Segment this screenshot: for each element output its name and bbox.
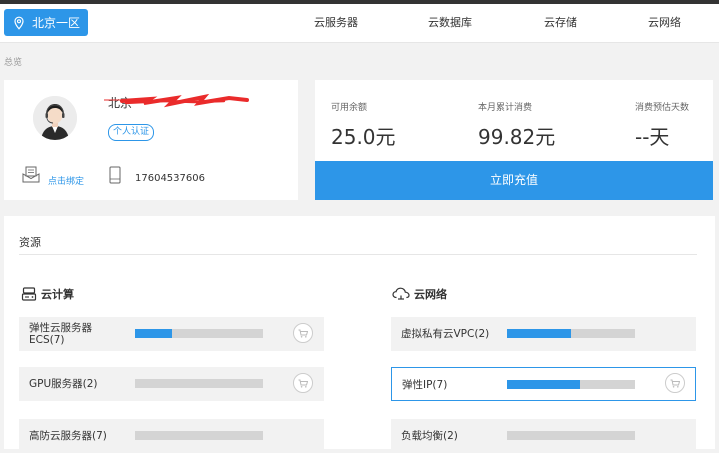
- resources-card: 资源 云计算 云网络 弹性云服务器 ECS(7) GPU服务器(2) 高防云服务…: [4, 216, 715, 453]
- divider: [19, 254, 697, 255]
- estimated-days-value: --天: [635, 125, 670, 149]
- cart-button[interactable]: [293, 373, 313, 393]
- region-label: 北京一区: [32, 16, 81, 30]
- network-section-title: 云网络: [392, 286, 447, 302]
- monthly-spend-value: 99.82元: [478, 125, 556, 149]
- usage-bar-fill: [507, 329, 571, 338]
- resources-title: 资源: [19, 236, 41, 249]
- estimated-days-label: 消费预估天数: [635, 103, 690, 113]
- resource-row-eip[interactable]: 弹性IP(7): [391, 367, 696, 401]
- resource-row-ecs[interactable]: 弹性云服务器 ECS(7): [19, 317, 324, 351]
- redaction-scribble: [104, 93, 249, 108]
- cart-icon: [670, 379, 680, 388]
- usage-bar: [135, 379, 263, 388]
- bind-email-link[interactable]: 点击绑定: [48, 174, 84, 187]
- region-selector-button[interactable]: 北京一区: [4, 9, 88, 36]
- cart-icon: [298, 329, 308, 338]
- location-pin-icon: [14, 16, 24, 30]
- resource-row-gpu[interactable]: GPU服务器(2): [19, 367, 324, 401]
- cart-button[interactable]: [293, 323, 313, 343]
- resource-row-slb[interactable]: 负载均衡(2): [391, 419, 696, 453]
- available-balance-value: 25.0元: [331, 125, 396, 149]
- breadcrumb: 总览: [4, 58, 23, 68]
- resource-row-vpc[interactable]: 虚拟私有云VPC(2): [391, 317, 696, 351]
- usage-bar-fill: [507, 380, 580, 389]
- server-icon: [21, 287, 37, 301]
- nav-cloud-server[interactable]: 云服务器: [314, 4, 358, 42]
- resource-row-ddos[interactable]: 高防云服务器(7): [19, 419, 324, 453]
- usage-bar: [135, 329, 263, 338]
- monthly-spend-label: 本月累计消费: [478, 103, 533, 113]
- nav-cloud-storage[interactable]: 云存储: [544, 4, 577, 42]
- resource-name: 弹性IP(7): [402, 379, 448, 391]
- mail-icon: [22, 166, 40, 183]
- usage-bar: [507, 431, 635, 440]
- resource-name: GPU服务器(2): [29, 378, 98, 390]
- resource-name: 弹性云服务器 ECS(7): [29, 322, 92, 346]
- usage-bar: [135, 431, 263, 440]
- available-balance-label: 可用余额: [331, 103, 368, 113]
- resource-name: 虚拟私有云VPC(2): [401, 328, 490, 340]
- phone-number: 17604537606: [135, 173, 205, 184]
- cloud-icon: [392, 287, 410, 300]
- balance-card: 可用余额 25.0元 本月累计消费 99.82元 消费预估天数 --天 立即充值: [315, 80, 713, 200]
- usage-bar: [507, 380, 635, 389]
- user-info-card: 北京 个人认证 点击绑定 17604537606: [4, 80, 298, 200]
- verification-badge: 个人认证: [108, 124, 155, 141]
- avatar: [33, 96, 77, 140]
- recharge-button[interactable]: 立即充值: [315, 161, 713, 200]
- compute-section-title: 云计算: [21, 286, 74, 302]
- resource-name: 负载均衡(2): [401, 430, 458, 442]
- cart-button[interactable]: [665, 373, 685, 393]
- resource-name: 高防云服务器(7): [29, 430, 107, 442]
- compute-section-label: 云计算: [41, 288, 74, 301]
- cart-icon: [298, 379, 308, 388]
- phone-icon: [109, 166, 121, 184]
- network-section-label: 云网络: [414, 288, 447, 301]
- usage-bar: [507, 329, 635, 338]
- usage-bar-fill: [135, 329, 173, 338]
- nav-cloud-database[interactable]: 云数据库: [428, 4, 472, 42]
- nav-cloud-network[interactable]: 云网络: [648, 4, 681, 42]
- top-navigation: 北京一区 云服务器 云数据库 云存储 云网络: [0, 4, 719, 43]
